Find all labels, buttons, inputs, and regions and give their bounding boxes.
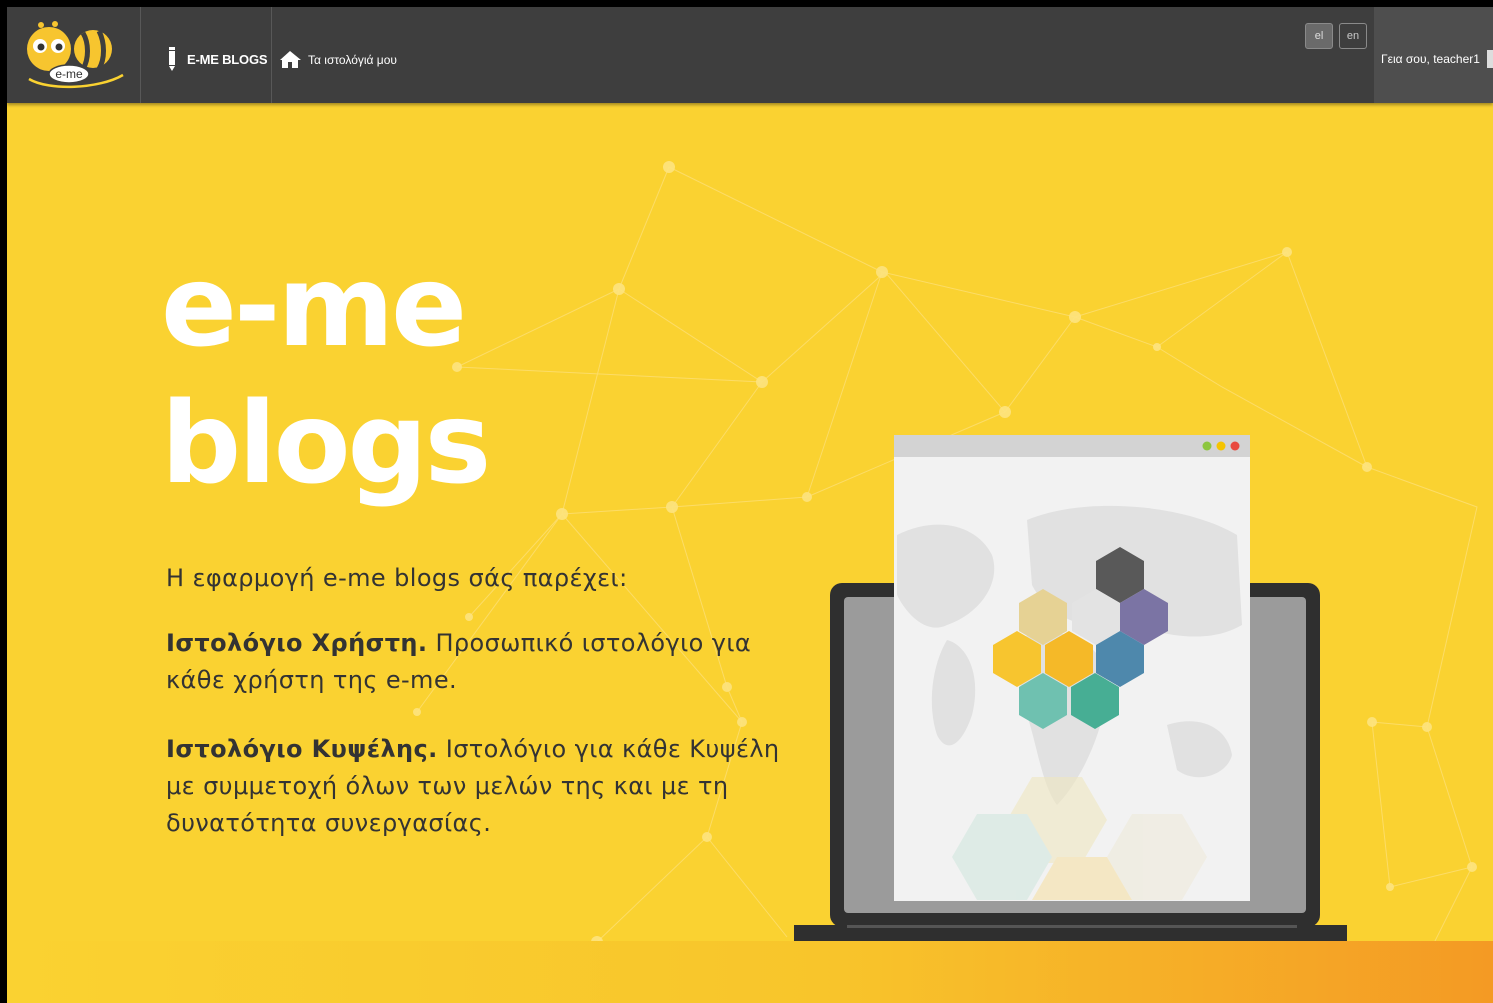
- brand-link[interactable]: E-ME BLOGS: [165, 47, 268, 71]
- bottom-gradient-band: [7, 941, 1493, 1003]
- logo-text: e-me: [55, 67, 83, 81]
- page: e-me E-ME BLOGS Τα ιστολόγιά μου el en Γ…: [7, 7, 1493, 1003]
- language-en-button[interactable]: en: [1339, 23, 1367, 49]
- laptop-illustration: [794, 435, 1347, 945]
- hero-title-line-1: e-me: [161, 242, 467, 372]
- hero-intro: Η εφαρμογή e-me blogs σάς παρέχει:: [166, 564, 628, 592]
- user-menu[interactable]: Γεια σου, teacher1: [1374, 7, 1493, 103]
- nav-divider: [271, 7, 272, 103]
- pencil-icon: [169, 47, 175, 71]
- feature-hive-blog: Ιστολόγιο Κυψέλης. Ιστολόγιο για κάθε Κυ…: [166, 731, 806, 842]
- brand-label: E-ME BLOGS: [187, 51, 268, 67]
- my-blogs-link[interactable]: Τα ιστολόγιά μου: [280, 50, 397, 70]
- hero-title: e-me blogs: [161, 239, 491, 513]
- user-greeting: Γεια σου, teacher1: [1381, 52, 1480, 66]
- houses-icon: [280, 51, 301, 68]
- language-el-button[interactable]: el: [1305, 23, 1333, 49]
- hero-title-line-2: blogs: [161, 379, 491, 509]
- feature-user-blog: Ιστολόγιο Χρήστη. Προσωπικό ιστολόγιο γι…: [166, 625, 806, 699]
- my-blogs-label: Τα ιστολόγιά μου: [308, 53, 397, 67]
- user-menu-toggle[interactable]: [1487, 50, 1493, 68]
- feature-title: Ιστολόγιο Κυψέλης.: [166, 735, 438, 763]
- top-navbar: e-me E-ME BLOGS Τα ιστολόγιά μου el en Γ…: [7, 7, 1493, 103]
- nav-divider: [140, 7, 141, 103]
- feature-title: Ιστολόγιο Χρήστη.: [166, 629, 428, 657]
- e-me-logo[interactable]: e-me: [19, 19, 127, 91]
